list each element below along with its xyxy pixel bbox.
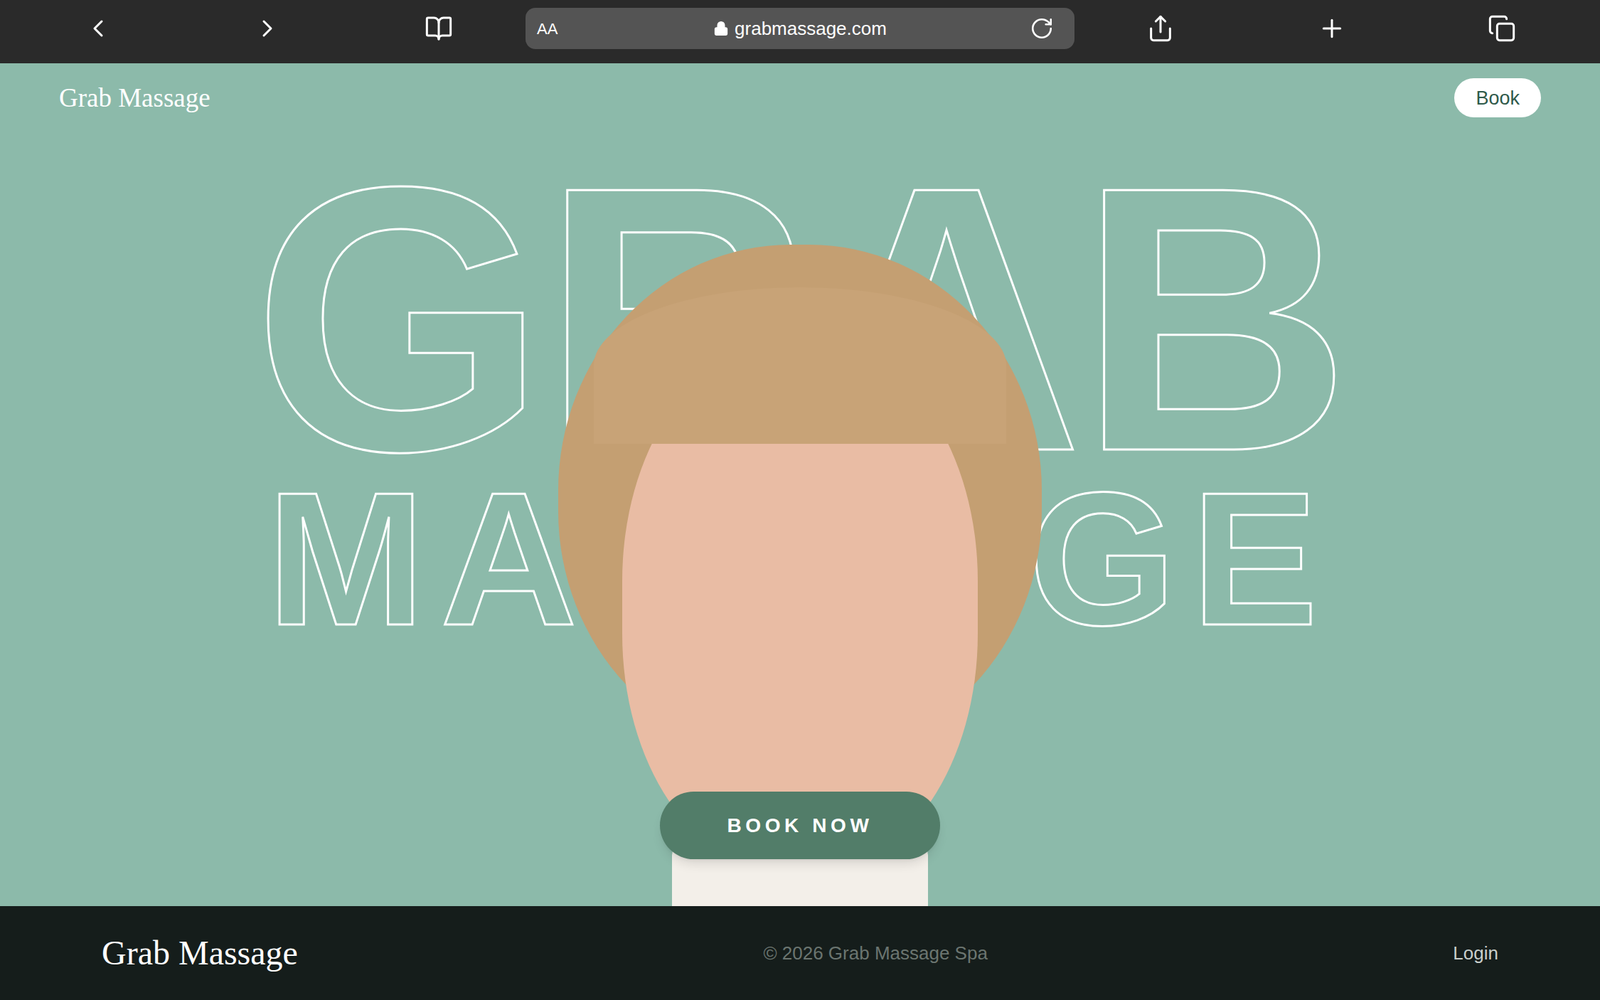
site-nav: Grab Massage Book: [0, 63, 1600, 119]
lock-icon: [713, 20, 729, 37]
book-button[interactable]: Book: [1454, 78, 1541, 118]
address-bar[interactable]: AA grabmassage.com: [525, 7, 1075, 50]
reload-icon[interactable]: [1020, 16, 1064, 41]
site-logo[interactable]: Grab Massage: [59, 78, 211, 119]
reader-button[interactable]: AA: [536, 17, 580, 41]
browser-toolbar: AA grabmassage.com: [0, 0, 1600, 64]
url-text: grabmassage.com: [734, 14, 887, 43]
footer-logo[interactable]: Grab Massage: [101, 927, 298, 979]
hero: Grab MassageBookGRABMASSAGEBOOK NOW: [0, 63, 1600, 906]
forward-icon[interactable]: [253, 14, 282, 43]
back-icon[interactable]: [83, 14, 113, 43]
footer: Grab Massage © 2026 Grab Massage Spa Login: [0, 905, 1600, 1000]
share-icon[interactable]: [1146, 14, 1175, 43]
tabs-icon[interactable]: [1487, 14, 1517, 43]
bookmarks-icon[interactable]: [424, 14, 453, 43]
login-link[interactable]: Login: [1452, 939, 1499, 968]
book-now-button[interactable]: BOOK NOW: [659, 791, 941, 860]
page: AAgrabmassage.comGrab MassageBookGRABMAS…: [0, 0, 1600, 1000]
copyright: © 2026 Grab Massage Spa: [763, 939, 988, 968]
new-tab-icon[interactable]: [1317, 14, 1347, 43]
